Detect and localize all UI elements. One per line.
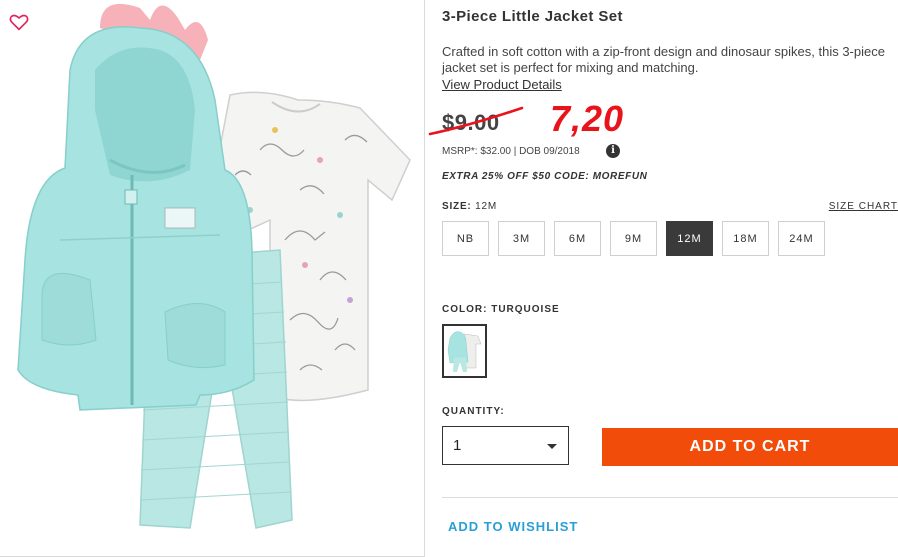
quantity-label: QUANTITY: (442, 406, 505, 417)
chevron-down-icon (547, 444, 557, 449)
view-product-details-link[interactable]: View Product Details (442, 77, 562, 92)
size-option-6m[interactable]: 6M (554, 221, 601, 256)
selected-size-value: 12M (475, 201, 498, 212)
product-info-panel: 3-Piece Little Jacket Set Crafted in sof… (428, 0, 898, 557)
product-image (17, 3, 411, 529)
product-description: Crafted in soft cotton with a zip-front … (442, 44, 885, 75)
size-label-title: SIZE: (442, 201, 472, 212)
add-to-wishlist-link[interactable]: ADD TO WISHLIST (448, 519, 578, 534)
size-label: SIZE: 12M (442, 201, 497, 212)
product-image-panel (0, 0, 425, 557)
size-option-9m[interactable]: 9M (610, 221, 657, 256)
original-price: $9.00 (442, 110, 500, 135)
color-label: COLOR: TURQUOISE (442, 304, 560, 315)
size-option-12m[interactable]: 12M (666, 221, 713, 256)
product-title: 3-Piece Little Jacket Set (442, 8, 623, 25)
divider (442, 497, 898, 498)
add-to-cart-button[interactable]: ADD TO CART (602, 428, 898, 466)
size-options: NB 3M 6M 9M 12M 18M 24M (442, 221, 825, 256)
heart-outline-icon[interactable] (9, 13, 29, 31)
quantity-select[interactable]: 1 (442, 426, 569, 465)
size-option-3m[interactable]: 3M (498, 221, 545, 256)
size-option-24m[interactable]: 24M (778, 221, 825, 256)
quantity-value: 1 (453, 437, 462, 454)
info-circle-icon[interactable]: i (606, 144, 620, 158)
size-chart-link[interactable]: SIZE CHART (829, 201, 898, 212)
color-swatch-turquoise[interactable] (442, 324, 487, 378)
promo-text: EXTRA 25% OFF $50 CODE: MOREFUN (442, 171, 648, 182)
size-option-nb[interactable]: NB (442, 221, 489, 256)
size-option-18m[interactable]: 18M (722, 221, 769, 256)
handwritten-new-price: 7,20 (550, 98, 625, 139)
jacket-illustration (17, 3, 255, 411)
swatch-thumbnail (446, 328, 483, 374)
msrp-text: MSRP*: $32.00 | DOB 09/2018 (442, 146, 580, 157)
